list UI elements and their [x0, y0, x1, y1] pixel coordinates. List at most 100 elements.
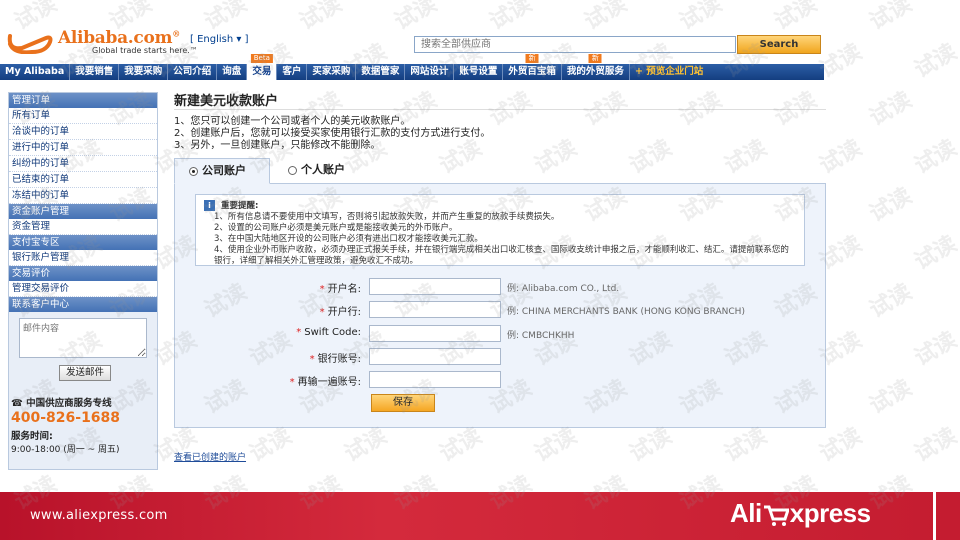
- cart-icon: [763, 505, 789, 527]
- watermark-text: 试读: [911, 232, 960, 276]
- sidebar-section-title[interactable]: 支付宝专区: [9, 235, 157, 250]
- watermark-text: 试读: [911, 424, 960, 468]
- view-created-accounts-link[interactable]: 查看已创建的账户: [174, 450, 246, 463]
- watermark-text: 试读: [911, 328, 960, 372]
- nav-item-label: 外贸百宝箱: [508, 66, 556, 77]
- save-button[interactable]: 保存: [371, 394, 435, 412]
- sidebar-item[interactable]: 资金管理: [9, 219, 157, 235]
- sidebar-item[interactable]: 已结束的订单: [9, 172, 157, 188]
- hotline-phone: 400-826-1688: [11, 410, 121, 426]
- phone-icon: ☎: [11, 398, 23, 409]
- account-form-panel: i 重要提醒: 1、所有信息请不要使用中文填写，否则将引起放款失败，并而产生重复的…: [174, 184, 826, 428]
- confirm-account-number-input[interactable]: [369, 371, 501, 388]
- mail-content-input[interactable]: [19, 318, 147, 358]
- field-label: * 开户名:: [319, 284, 361, 295]
- nav-item[interactable]: 账号设置: [454, 64, 504, 80]
- nav-item-label: 买家采购: [312, 66, 351, 77]
- nav-item[interactable]: 我要销售: [70, 64, 120, 80]
- nav-item-label: 网站设计: [410, 66, 449, 77]
- watermark-text: 试读: [866, 184, 917, 228]
- field-label: * 开户行:: [319, 307, 361, 318]
- nav-badge: Beta: [250, 54, 273, 63]
- hotline-label: ☎ 中国供应商服务专线: [11, 398, 112, 409]
- nav-item-label: 询盘: [222, 66, 242, 77]
- nav-item[interactable]: 外贸百宝箱新: [503, 54, 562, 80]
- radio-checked-icon: [189, 166, 198, 176]
- nav-item[interactable]: 网站设计: [405, 64, 455, 80]
- supplier-search-input[interactable]: [414, 36, 736, 53]
- bank-name-input[interactable]: [369, 301, 501, 318]
- nav-item[interactable]: 公司介绍: [168, 64, 218, 80]
- nav-item[interactable]: 买家采购: [307, 64, 357, 80]
- sidebar-item[interactable]: 管理交易评价: [9, 281, 157, 297]
- nav-item[interactable]: 我要采购: [119, 64, 169, 80]
- field-label: * 再输一遍账号:: [289, 377, 361, 388]
- watermark-text: 试读: [626, 424, 677, 468]
- main-content: 新建美元收款账户 1、您只可以创建一个公司或者个人的美元收款账户。 2、创建账户…: [174, 90, 826, 428]
- watermark-text: 试读: [866, 376, 917, 420]
- alibaba-smile-icon: [7, 34, 53, 54]
- intro-line: 2、创建账户后，您就可以接受买家使用银行汇款的支付方式进行支付。: [174, 128, 491, 139]
- alibaba-logo[interactable]: Alibaba.com® Global trade starts here.™: [6, 26, 198, 56]
- nav-item-label: 交易: [252, 66, 272, 77]
- tab-company-account[interactable]: 公司账户: [174, 158, 270, 184]
- logo-wordmark: Alibaba.com®: [58, 28, 180, 48]
- field-row-account-name: * 开户名: 例: Alibaba.com CO., Ltd.: [175, 278, 827, 296]
- nav-item[interactable]: My Alibaba: [0, 64, 71, 80]
- sidebar-item[interactable]: 进行中的订单: [9, 140, 157, 156]
- info-icon: i: [204, 200, 215, 211]
- sidebar-item[interactable]: 所有订单: [9, 108, 157, 124]
- field-label: * 银行账号:: [309, 354, 361, 365]
- sidebar-section-title[interactable]: 管理订单: [9, 93, 157, 108]
- nav-item-label: 我的外贸服务: [566, 66, 624, 77]
- sidebar-section-title[interactable]: 联系客户中心: [9, 297, 157, 312]
- notice-title: 重要提醒:: [221, 201, 259, 211]
- nav-item[interactable]: 客户: [277, 64, 308, 80]
- nav-item-label: 账号设置: [459, 66, 498, 77]
- account-type-tabs: 公司账户 个人账户: [174, 158, 826, 184]
- field-row-bank-name: * 开户行: 例: CHINA MERCHANTS BANK (HONG KONG…: [175, 301, 827, 319]
- sidebar-item[interactable]: 纠纷中的订单: [9, 156, 157, 172]
- language-selector[interactable]: [ English ▾ ]: [190, 34, 248, 45]
- watermark-text: 试读: [436, 424, 487, 468]
- footer-divider: [933, 492, 936, 540]
- tab-personal-account[interactable]: 个人账户: [274, 158, 374, 184]
- sidebar-item[interactable]: 银行账户管理: [9, 250, 157, 266]
- sidebar-section-title[interactable]: 交易评价: [9, 266, 157, 281]
- field-row-swift-code: * Swift Code: 例: CMBCHKHH: [175, 325, 827, 343]
- sidebar-item[interactable]: 洽谈中的订单: [9, 124, 157, 140]
- important-notice: i 重要提醒: 1、所有信息请不要使用中文填写，否则将引起放款失败，并而产生重复的…: [195, 194, 805, 266]
- logo-tagline: Global trade starts here.™: [92, 46, 198, 55]
- preview-storefront-link[interactable]: + 预览企业门站: [630, 64, 708, 80]
- sidebar: 管理订单 所有订单 洽谈中的订单 进行中的订单 纠纷中的订单 已结束的订单 冻结中的订单 资金…: [8, 92, 158, 470]
- watermark-text: 试读: [911, 136, 960, 180]
- main-nav: My Alibaba 我要销售 我要采购 公司介绍 询盘 交易 Beta 客户 买家采购 数据管家…: [0, 54, 824, 80]
- field-label: * Swift Code:: [296, 327, 361, 338]
- account-number-input[interactable]: [369, 348, 501, 365]
- nav-item[interactable]: 询盘: [217, 64, 248, 80]
- sidebar-section-title[interactable]: 资金账户管理: [9, 204, 157, 219]
- field-hint: 例: CMBCHKHH: [507, 331, 575, 341]
- service-hours: 9:00-18:00 (周一 ~ 周五): [11, 445, 120, 455]
- nav-item-label: My Alibaba: [5, 66, 65, 77]
- watermark-text: 试读: [866, 88, 917, 132]
- field-hint: 例: Alibaba.com CO., Ltd.: [507, 284, 620, 294]
- send-mail-button[interactable]: 发送邮件: [59, 365, 111, 381]
- header: Alibaba.com® Global trade starts here.™ …: [0, 0, 960, 64]
- sidebar-item[interactable]: 冻结中的订单: [9, 188, 157, 204]
- aliexpress-logo: Ali xpress: [730, 498, 871, 528]
- page-title: 新建美元收款账户: [174, 90, 826, 110]
- account-name-input[interactable]: [369, 278, 501, 295]
- search-button[interactable]: Search: [737, 35, 821, 54]
- hotline-box: ☎ 中国供应商服务专线 400-826-1688 服务时间: 9:00-18:0…: [9, 395, 157, 455]
- watermark-text: 试读: [721, 424, 772, 468]
- radio-unchecked-icon: [288, 165, 297, 175]
- nav-item-label: 数据管家: [361, 66, 400, 77]
- nav-item[interactable]: 数据管家: [356, 64, 406, 80]
- swift-code-input[interactable]: [369, 325, 501, 342]
- nav-item-label: 我要销售: [75, 66, 114, 77]
- nav-item[interactable]: 我的外贸服务新: [562, 54, 630, 80]
- nav-item[interactable]: 交易 Beta: [247, 54, 278, 80]
- notice-line: 3、在中国大陆地区开设的公司账户必须有进出口权才能接收美元汇款。: [214, 234, 483, 244]
- nav-badge: 新: [588, 54, 602, 63]
